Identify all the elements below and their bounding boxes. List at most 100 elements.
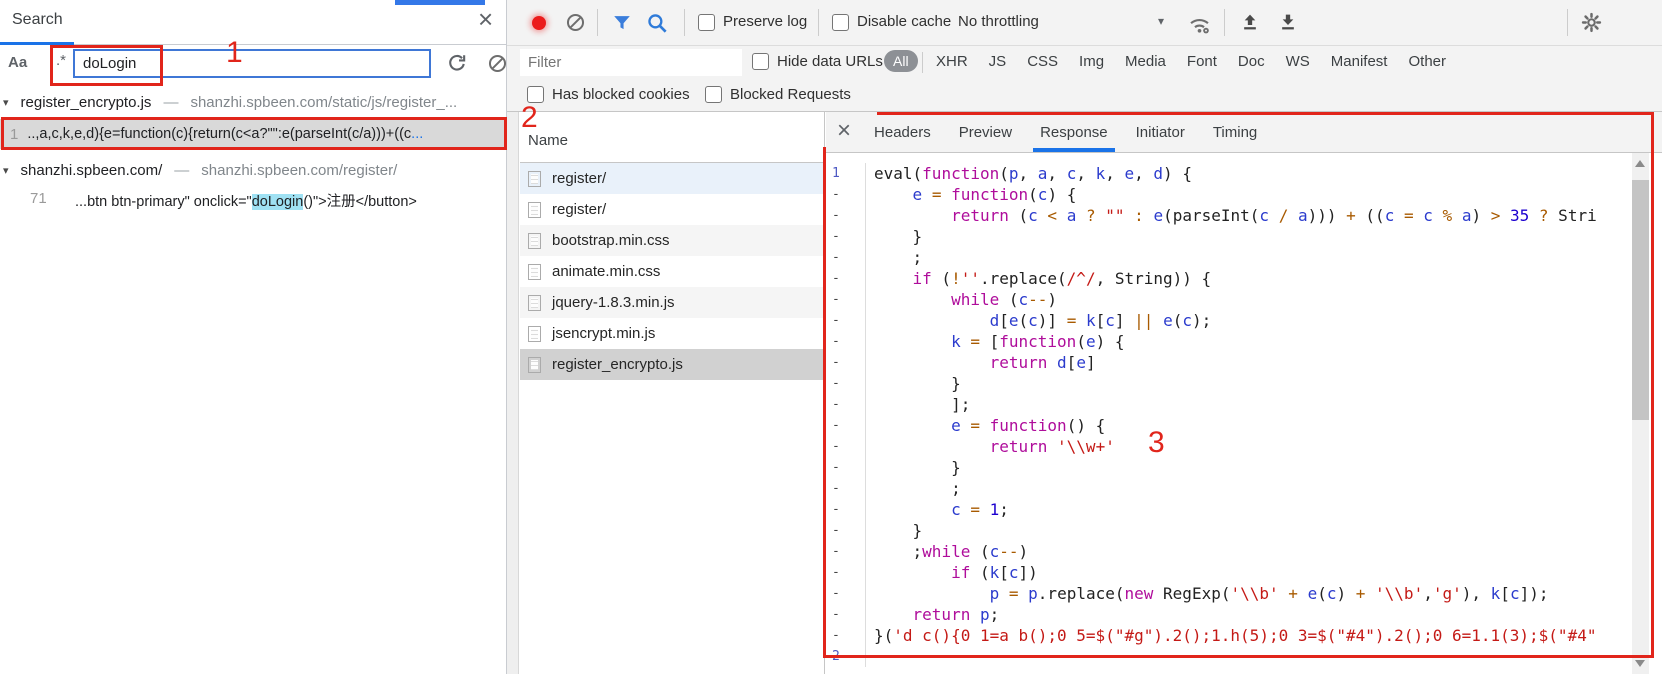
- code-line: - return d[e]: [826, 352, 1662, 373]
- search-result-file[interactable]: ▾ shanzhi.spbeen.com/— shanzhi.spbeen.com/…: [3, 162, 397, 179]
- filter-type-doc[interactable]: Doc: [1238, 53, 1265, 70]
- code-line: - e = function() {: [826, 415, 1662, 436]
- tab-initiator[interactable]: Initiator: [1129, 112, 1192, 152]
- filter-type-img[interactable]: Img: [1079, 53, 1104, 70]
- request-name: register/: [552, 170, 607, 187]
- export-har-button[interactable]: [1278, 12, 1298, 33]
- line-number: -: [826, 205, 866, 226]
- code-line: - if (!''.replace(/^/, String)) {: [826, 268, 1662, 289]
- search-result-file[interactable]: ▾ register_encrypto.js — shanzhi.spbeen.com…: [3, 94, 457, 111]
- annotation-box-1: [50, 45, 163, 86]
- clear-network-log-button[interactable]: [565, 12, 586, 33]
- tab-preview[interactable]: Preview: [952, 112, 1019, 152]
- code-line: - ];: [826, 394, 1662, 415]
- close-search-icon[interactable]: ×: [478, 4, 493, 35]
- scrollbar[interactable]: [1632, 153, 1649, 674]
- request-row[interactable]: jquery-1.8.3.min.js: [520, 287, 824, 318]
- code-line: - }: [826, 226, 1662, 247]
- annotation-box-3-top: [877, 112, 1654, 115]
- expander-icon[interactable]: ▾: [3, 164, 9, 177]
- file-icon: [528, 263, 541, 280]
- download-icon: [1282, 14, 1294, 30]
- response-code: 1 eval(function(p, a, c, k, e, d) {- e = …: [826, 163, 1662, 667]
- divider: [684, 9, 685, 36]
- annotation-box-3-right: [1651, 112, 1654, 658]
- filter-input[interactable]: [520, 49, 742, 76]
- line-number: -: [826, 436, 866, 457]
- match-case-button[interactable]: Aa: [8, 54, 27, 71]
- divider: [818, 9, 819, 36]
- request-row[interactable]: bootstrap.min.css: [520, 225, 824, 256]
- line-number: -: [826, 415, 866, 436]
- expander-icon[interactable]: ▾: [3, 96, 9, 109]
- request-row[interactable]: register/: [520, 163, 824, 194]
- refresh-icon: [449, 54, 466, 71]
- chevron-down-icon[interactable]: ▾: [1158, 14, 1164, 28]
- code-line: - p = p.replace(new RegExp('\\b' + e(c) …: [826, 583, 1662, 604]
- request-row[interactable]: jsencrypt.min.js: [520, 318, 824, 349]
- funnel-icon: [614, 16, 630, 30]
- scroll-down-arrow[interactable]: [1635, 660, 1645, 667]
- search-match-line[interactable]: 71 ...btn btn-primary" onclick="doLogin(…: [0, 187, 507, 214]
- disable-cache-label: Disable cache: [857, 13, 952, 30]
- line-number: -: [826, 541, 866, 562]
- line-number: -: [826, 625, 866, 646]
- hide-data-urls-checkbox[interactable]: [752, 53, 769, 70]
- network-conditions-button[interactable]: [1186, 10, 1213, 36]
- close-detail-icon[interactable]: ×: [837, 117, 851, 145]
- request-row[interactable]: register/: [520, 194, 824, 225]
- filter-type-media[interactable]: Media: [1125, 53, 1166, 70]
- annotation-digit-2: 2: [521, 101, 538, 134]
- filter-type-js[interactable]: JS: [989, 53, 1007, 70]
- response-content: 1 eval(function(p, a, c, k, e, d) {- e = …: [826, 153, 1662, 674]
- code-line: - ;: [826, 478, 1662, 499]
- name-column-header[interactable]: Name: [520, 112, 824, 163]
- filter-type-font[interactable]: Font: [1187, 53, 1217, 70]
- scroll-up-arrow[interactable]: [1635, 160, 1645, 167]
- network-toolbar: Preserve log Disable cache No throttling…: [507, 0, 1662, 46]
- search-clear-button[interactable]: [487, 53, 508, 74]
- blocked-requests-checkbox[interactable]: [705, 86, 722, 103]
- tab-response[interactable]: Response: [1033, 112, 1115, 152]
- request-row[interactable]: register_encrypto.js: [520, 349, 824, 380]
- blocked-requests-label: Blocked Requests: [730, 86, 851, 103]
- request-row[interactable]: animate.min.css: [520, 256, 824, 287]
- divider: [1224, 9, 1225, 36]
- import-har-button[interactable]: [1240, 12, 1260, 33]
- request-name: jquery-1.8.3.min.js: [552, 294, 675, 311]
- line-number: -: [826, 394, 866, 415]
- divider: [922, 52, 923, 73]
- code-line: - d[e(c)] = k[c] || e(c);: [826, 310, 1662, 331]
- preserve-log-checkbox[interactable]: [698, 14, 715, 31]
- code-line: - return (c < a ? "" : e(parseInt(c / a)…: [826, 205, 1662, 226]
- code-line: - while (c--): [826, 289, 1662, 310]
- filter-type-css[interactable]: CSS: [1027, 53, 1058, 70]
- code-line: - }: [826, 520, 1662, 541]
- search-panel: Search × Aa .* ▾register_encrypto.js—sha…: [0, 0, 507, 674]
- request-name: animate.min.css: [552, 263, 661, 280]
- line-number: -: [826, 520, 866, 541]
- filter-toggle-button[interactable]: [610, 12, 634, 34]
- throttling-select[interactable]: No throttling: [958, 13, 1039, 30]
- code-line: - e = function(c) {: [826, 184, 1662, 205]
- panel-gutter: [507, 112, 519, 674]
- filter-type-xhr[interactable]: XHR: [936, 53, 968, 70]
- request-name: bootstrap.min.css: [552, 232, 670, 249]
- search-refresh-button[interactable]: [446, 52, 468, 74]
- annotation-box-3-left: [823, 147, 826, 658]
- record-button[interactable]: [532, 16, 546, 30]
- search-network-button[interactable]: [646, 12, 669, 35]
- filter-type-other[interactable]: Other: [1408, 53, 1446, 70]
- filter-type-manifest[interactable]: Manifest: [1331, 53, 1388, 70]
- tab-headers[interactable]: Headers: [867, 112, 938, 152]
- tab-timing[interactable]: Timing: [1206, 112, 1264, 152]
- filter-type-all[interactable]: All: [884, 50, 918, 72]
- scrollbar-thumb[interactable]: [1632, 180, 1649, 420]
- code-line: - ;while (c--): [826, 541, 1662, 562]
- filter-type-ws[interactable]: WS: [1286, 53, 1310, 70]
- divider: [597, 9, 598, 36]
- annotation-digit-1: 1: [226, 36, 243, 69]
- code-line: - }: [826, 373, 1662, 394]
- settings-button[interactable]: [1580, 11, 1603, 34]
- disable-cache-checkbox[interactable]: [832, 14, 849, 31]
